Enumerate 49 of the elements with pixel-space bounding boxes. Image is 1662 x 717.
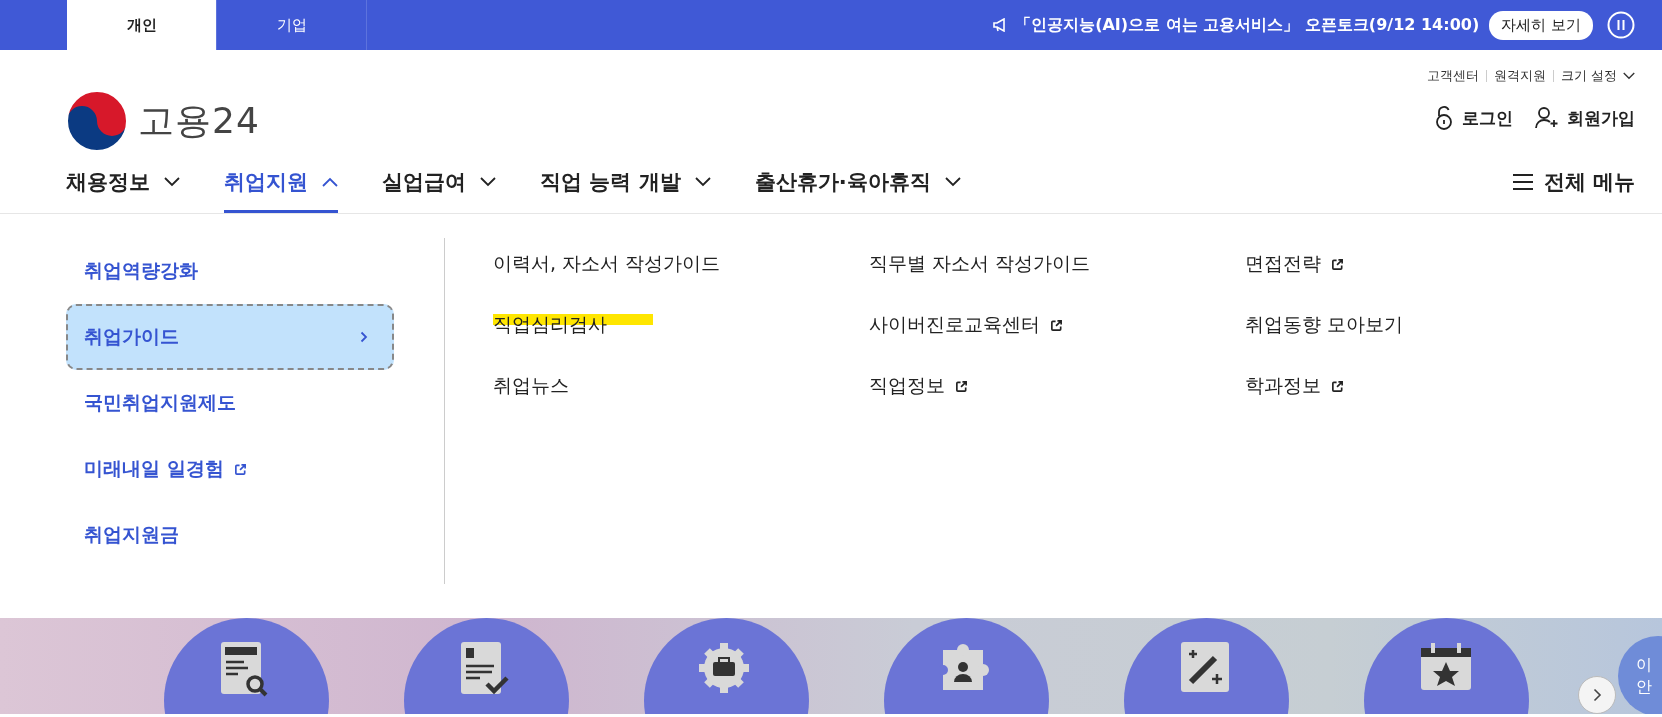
submenu-link[interactable]: 직업정보: [869, 366, 1245, 406]
category-menu-item[interactable]: 미래내일 일경험: [66, 436, 394, 502]
chevron-right-icon: [1592, 688, 1602, 702]
chevron-down-icon: [480, 177, 496, 187]
taegeuk-logo-icon: [66, 90, 128, 152]
logo-text[interactable]: 고용24: [138, 96, 260, 146]
category-menu-item[interactable]: 국민취업지원제도: [66, 370, 394, 436]
utility-link[interactable]: 고객센터: [1426, 67, 1479, 85]
category-menu-item[interactable]: 취업역량강화: [66, 238, 394, 304]
utility-link[interactable]: 크기 설정: [1560, 67, 1617, 85]
external-link-icon: [1331, 379, 1344, 393]
external-link-icon: [955, 379, 968, 393]
audience-tab[interactable]: 개인: [67, 0, 217, 50]
submenu-link[interactable]: 취업뉴스: [493, 366, 869, 406]
submenu-link[interactable]: 취업동향 모아보기: [1245, 305, 1545, 345]
submenu-link[interactable]: 직업심리검사: [493, 305, 869, 345]
pause-icon[interactable]: [1607, 11, 1635, 39]
chevron-down-icon: [164, 177, 180, 187]
submenu-link[interactable]: 이력서, 자소서 작성가이드: [493, 244, 869, 284]
chevron-down-icon: [944, 177, 961, 187]
menu-icon: [1511, 173, 1534, 191]
nav-menu-item[interactable]: 직업 능력 개발: [540, 151, 711, 213]
nav-menu-item[interactable]: 출산휴가·육아휴직: [754, 151, 961, 213]
external-link-icon: [1050, 318, 1063, 332]
nav-menu-item[interactable]: 채용정보: [66, 151, 180, 213]
category-menu-item[interactable]: 취업지원금: [66, 502, 394, 568]
nav-menu-item[interactable]: 실업급여: [382, 151, 496, 213]
notice-text[interactable]: 「인공지능(AI)으로 여는 고용서비스」 오픈토크(9/12 14:00): [1015, 14, 1480, 36]
add-user-icon: [1535, 107, 1559, 129]
external-link-icon: [233, 462, 247, 476]
chevron-down-icon: [1623, 72, 1635, 80]
chevron-up-icon: [322, 177, 338, 187]
details-button[interactable]: 자세히 보기: [1489, 10, 1593, 40]
lock-icon: [1434, 106, 1454, 130]
chevron-right-icon: [360, 331, 368, 343]
chevron-down-icon: [694, 177, 711, 187]
external-link-icon: [1331, 257, 1344, 271]
login-link[interactable]: 로그인: [1434, 106, 1513, 130]
utility-link[interactable]: 원격지원: [1493, 67, 1546, 85]
submenu-link[interactable]: 직무별 자소서 작성가이드: [869, 244, 1245, 284]
next-button[interactable]: [1578, 676, 1616, 714]
submenu-link[interactable]: 면접전략: [1245, 244, 1545, 284]
signup-link[interactable]: 회원가입: [1535, 106, 1635, 130]
nav-menu-item[interactable]: 취업지원: [224, 151, 338, 213]
audience-tab[interactable]: 기업: [217, 0, 367, 50]
submenu-link[interactable]: 사이버진로교육센터: [869, 305, 1245, 345]
full-menu-button[interactable]: 전체 메뉴: [1511, 151, 1635, 213]
submenu-link[interactable]: 학과정보: [1245, 366, 1545, 406]
category-menu-item[interactable]: 취업가이드: [66, 304, 394, 370]
